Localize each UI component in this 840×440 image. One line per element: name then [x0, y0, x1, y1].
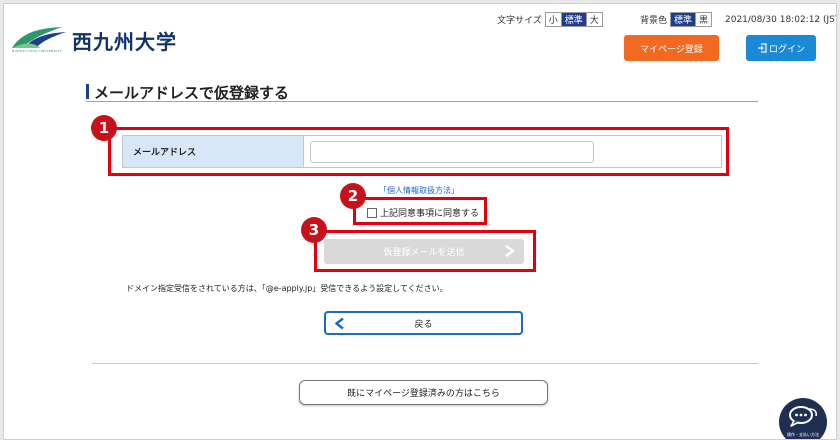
title-accent-bar — [86, 84, 89, 99]
section-divider — [92, 363, 758, 364]
bg-color-label: 背景色 — [640, 15, 668, 26]
chat-icon — [789, 406, 818, 427]
highlight-box-2 — [353, 197, 487, 225]
privacy-policy-link[interactable]: 「個人情報取扱方法」 — [379, 185, 459, 196]
mypage-register-button[interactable]: マイページ登録 — [624, 35, 719, 61]
font-size-large[interactable]: 大 — [586, 12, 602, 26]
page-frame: NISHIKYUSHU UNIVERSITY 西九州大学 文字サイズ 小 標準 … — [3, 3, 837, 440]
page-title: メールアドレスで仮登録する — [94, 84, 290, 102]
chevron-left-icon — [335, 317, 344, 330]
font-size-small[interactable]: 小 — [545, 12, 562, 26]
logo-tagline: NISHIKYUSHU UNIVERSITY — [12, 49, 63, 53]
domain-filter-note: ドメイン指定受信をされている方は、「@e-apply.jp」受信できるよう設定し… — [126, 284, 448, 293]
university-logo[interactable]: NISHIKYUSHU UNIVERSITY 西九州大学 — [10, 24, 195, 56]
chat-help-button[interactable]: 操作・支払い方法 — [779, 398, 827, 439]
back-button[interactable]: 戻る — [324, 311, 523, 335]
bg-color-selector: 背景色 標準 黒 — [640, 11, 713, 27]
chat-label: 操作・支払い方法 — [787, 432, 819, 437]
back-button-label: 戻る — [414, 319, 433, 330]
logo-mark-icon: NISHIKYUSHU UNIVERSITY — [10, 24, 70, 56]
login-button[interactable]: ログイン — [746, 35, 816, 61]
font-size-label: 文字サイズ — [497, 15, 542, 26]
university-name: 西九州大学 — [72, 30, 177, 54]
current-datetime: 2021/08/30 18:02:12 (JST) — [725, 15, 837, 25]
already-registered-button[interactable]: 既にマイページ登録済みの方はこちら — [299, 380, 548, 405]
step-badge-3: 3 — [301, 217, 327, 243]
highlight-box-1 — [108, 127, 729, 176]
login-icon — [757, 43, 767, 53]
step-badge-2: 2 — [340, 183, 366, 209]
step-badge-1: 1 — [91, 115, 117, 141]
login-label: ログイン — [768, 44, 805, 55]
font-size-selector: 文字サイズ 小 標準 大 — [497, 11, 603, 27]
page-title-section: メールアドレスで仮登録する — [86, 82, 758, 102]
highlight-box-3 — [314, 230, 536, 272]
bg-color-black[interactable]: 黒 — [696, 12, 712, 26]
font-size-standard[interactable]: 標準 — [561, 12, 587, 26]
bg-color-standard[interactable]: 標準 — [671, 12, 697, 26]
